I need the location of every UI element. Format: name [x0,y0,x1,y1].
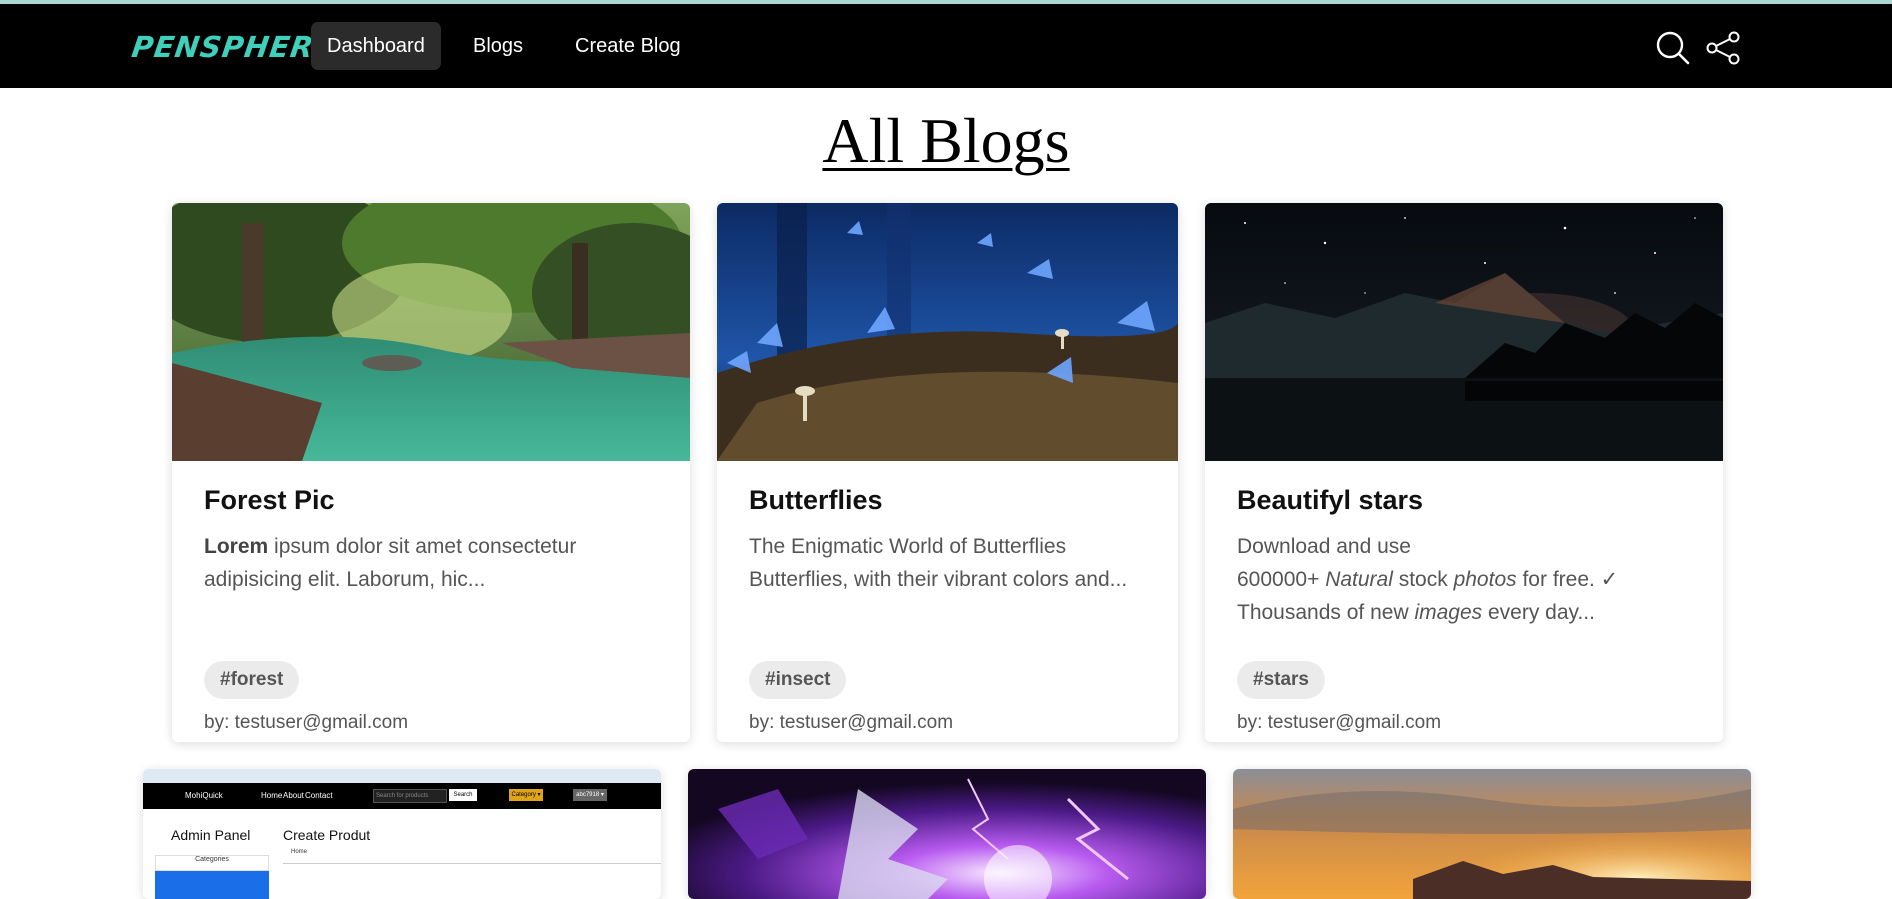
desc-part-italic: photos [1453,568,1517,591]
screenshot-search: Search for products [373,789,447,803]
navbar: PENSPHERE Dashboard Blogs Create Blog [0,4,1892,88]
blog-card-image [717,203,1178,461]
card-description: The Enigmatic World of Butterflies Butte… [749,535,1128,591]
card-title: Forest Pic [204,485,335,515]
card-author: by: testuser@gmail.com [204,712,409,733]
blog-card-butterflies[interactable]: Butterflies The Enigmatic World of Butte… [717,203,1178,742]
blog-card-sunset[interactable] [1233,769,1751,899]
blog-card-image [1233,769,1751,899]
screenshot-category: Category ▾ [509,789,543,801]
screenshot-sidebar-active [155,871,269,899]
card-title: Butterflies [749,485,883,515]
desc-part-italic: images [1414,601,1483,624]
desc-part: Thousands of new [1237,601,1415,624]
screenshot-user: abc7918 ▾ [573,789,607,801]
blog-card-image [172,203,690,461]
screenshot-browser-bar [143,769,661,784]
screenshot-nav-home: Home [261,791,283,800]
desc-part: Download and use [1237,535,1411,558]
desc-part-italic: Natural [1325,568,1393,591]
card-tag[interactable]: #forest [204,661,300,699]
page-title: All Blogs [822,105,1070,176]
card-title: Beautifyl stars [1237,485,1424,515]
screenshot-sidebar-title: Admin Panel [171,827,251,843]
card-author: by: testuser@gmail.com [1237,712,1442,733]
share-icon[interactable] [1705,30,1741,66]
card-tag[interactable]: #stars [1237,661,1325,699]
desc-part: 600000+ [1237,568,1326,591]
logo[interactable]: PENSPHERE [130,30,337,64]
blog-card-anime[interactable] [688,769,1206,899]
screenshot-brand: MohiQuick [185,791,223,800]
search-icon[interactable] [1655,30,1691,66]
screenshot-nav-contact: Contact [305,791,333,800]
blog-card-image [1205,203,1723,461]
screenshot-heading: Create Produt [283,827,371,843]
desc-part: every day... [1482,601,1595,624]
screenshot-nav-about: About [283,791,304,800]
nav-create-blog[interactable]: Create Blog [559,22,697,70]
card-description: Download and use 600000+ Natural stock ph… [1237,530,1699,629]
blog-card-image [688,769,1206,899]
screenshot-select: Home [283,849,661,864]
screenshot-navbar: MohiQuick Home About Contact Search for … [143,783,661,809]
nav-dashboard[interactable]: Dashboard [311,22,441,70]
card-tag[interactable]: #insect [749,661,847,699]
card-description-bold: Lorem [204,535,269,558]
card-description: Lorem ipsum dolor sit amet consectetur a… [204,530,666,596]
screenshot-search-button: Search [449,789,477,801]
desc-part: stock [1392,568,1454,591]
nav-blogs[interactable]: Blogs [457,22,539,70]
blog-card-stars[interactable]: Beautifyl stars Download and use 600000+ … [1205,203,1723,742]
blog-card-forest[interactable]: Forest Pic Lorem ipsum dolor sit amet co… [172,203,690,742]
blog-card-admin-screenshot[interactable]: MohiQuick Home About Contact Search for … [143,769,661,899]
card-author: by: testuser@gmail.com [749,712,954,733]
desc-part: for free. ✓ [1516,568,1619,591]
screenshot-sidebar-item: Categories [155,855,269,871]
